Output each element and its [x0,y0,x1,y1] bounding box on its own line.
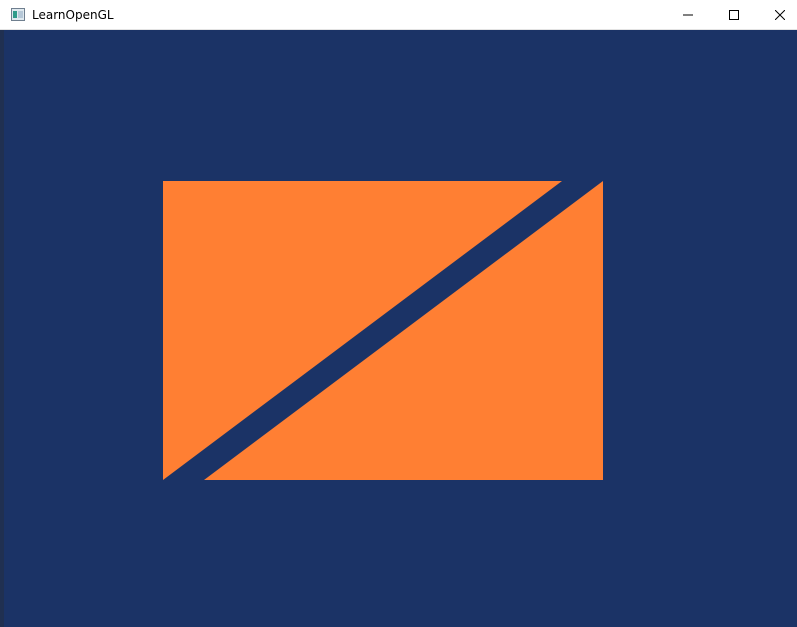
app-window-icon [11,8,25,21]
minimize-button[interactable] [665,0,711,30]
maximize-button[interactable] [711,0,757,30]
maximize-icon [729,10,739,20]
close-button[interactable] [757,0,797,30]
app-window: LearnOpenGL [0,0,797,627]
opengl-scene [163,181,603,480]
window-title: LearnOpenGL [32,8,114,22]
title-bar[interactable]: LearnOpenGL [0,0,797,30]
close-icon [775,10,785,20]
minimize-icon [683,14,693,16]
